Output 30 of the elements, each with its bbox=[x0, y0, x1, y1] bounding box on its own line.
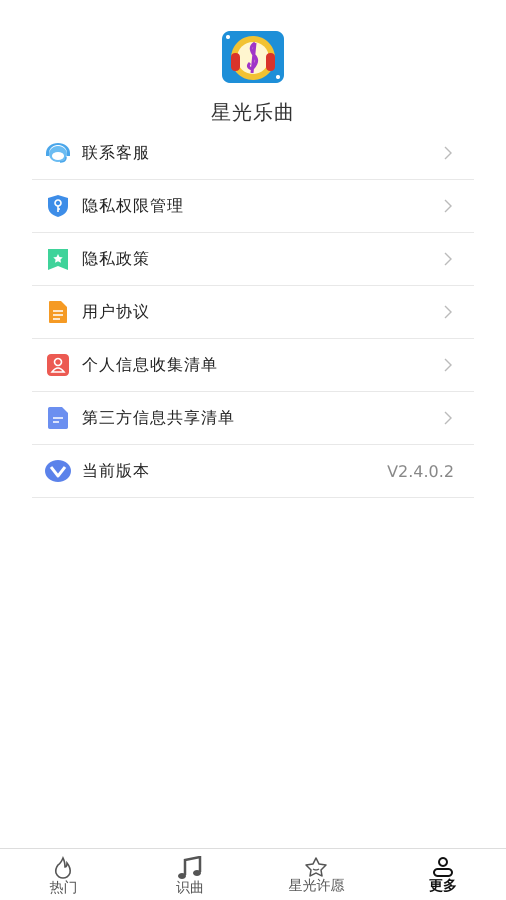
document-icon bbox=[47, 406, 69, 430]
version-badge-icon bbox=[45, 459, 71, 483]
app-logo-icon bbox=[222, 31, 284, 83]
tab[interactable]: 识曲 bbox=[126, 849, 253, 900]
chevron-right-icon bbox=[444, 411, 452, 425]
app-name: 星光乐曲 bbox=[211, 99, 295, 126]
menu-label[interactable]: 第三方信息共享清单 bbox=[82, 408, 444, 428]
tab[interactable]: 热门 bbox=[0, 849, 126, 900]
headset-icon bbox=[44, 141, 72, 165]
tab[interactable]: 星光许愿 bbox=[253, 849, 380, 900]
shield-key-icon bbox=[47, 194, 69, 218]
document-icon bbox=[48, 300, 68, 324]
chevron-right-icon bbox=[444, 358, 452, 372]
person-card-icon bbox=[47, 354, 69, 376]
bookmark-star-icon bbox=[47, 247, 69, 271]
menu-label[interactable]: 用户协议 bbox=[82, 302, 444, 322]
chevron-right-icon bbox=[444, 305, 452, 319]
person-icon bbox=[432, 856, 454, 878]
chevron-right-icon bbox=[444, 199, 452, 213]
star-icon bbox=[303, 856, 330, 878]
music-note-icon bbox=[176, 856, 203, 880]
menu-label[interactable]: 个人信息收集清单 bbox=[82, 354, 444, 376]
menu-label[interactable]: 联系客服 bbox=[82, 142, 444, 164]
tab[interactable]: 更多 bbox=[380, 849, 506, 900]
menu-label[interactable]: 隐私权限管理 bbox=[82, 196, 444, 216]
menu-label[interactable]: 当前版本 bbox=[82, 460, 388, 482]
chevron-right-icon bbox=[444, 252, 452, 266]
version-number: V2.4.0.2 bbox=[387, 462, 454, 480]
menu-label[interactable]: 隐私政策 bbox=[82, 248, 444, 270]
chevron-right-icon bbox=[444, 146, 452, 160]
